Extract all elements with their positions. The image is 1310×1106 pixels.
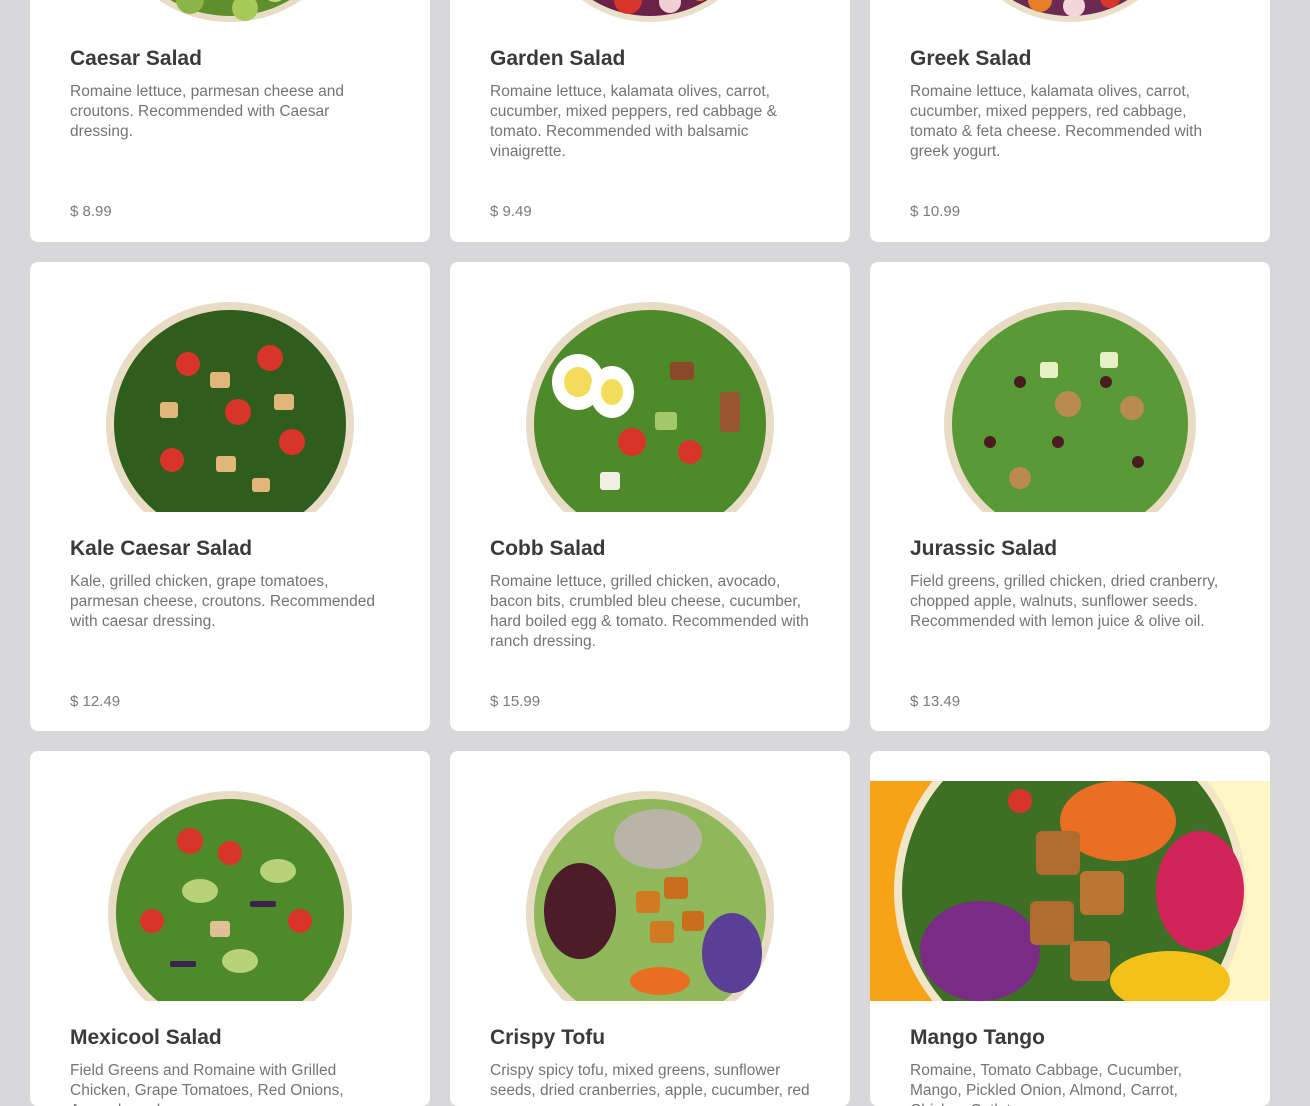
menu-item-title: Greek Salad <box>910 47 1032 70</box>
menu-item-price: $ 9.49 <box>490 203 532 220</box>
menu-item-title: Kale Caesar Salad <box>70 537 253 560</box>
menu-item-description: Romaine lettuce, parmesan cheese and cro… <box>70 83 344 140</box>
menu-item-price: $ 10.99 <box>910 203 961 220</box>
mexicool-salad-bowl-icon <box>30 781 430 1001</box>
menu-card-kale-caesar-salad[interactable]: Kale Caesar Salad Kale, grilled chicken,… <box>30 262 430 731</box>
menu-item-description: Crispy spicy tofu, mixed greens, sunflow… <box>490 1062 810 1099</box>
menu-card-greek-salad[interactable]: Greek Salad Romaine lettuce, kalamata ol… <box>870 0 1270 242</box>
menu-item-title: Mango Tango <box>910 1026 1045 1049</box>
menu-item-title: Garden Salad <box>490 47 626 70</box>
menu-item-price: $ 12.49 <box>70 693 121 710</box>
menu-item-title: Crispy Tofu <box>490 1026 606 1049</box>
menu-item-price: $ 13.49 <box>910 693 961 710</box>
menu-item-description: Romaine lettuce, kalamata olives, carrot… <box>910 83 1203 160</box>
menu-item-description: Kale, grilled chicken, grape tomatoes, p… <box>70 573 375 630</box>
garden-salad-bowl-icon <box>450 0 850 23</box>
menu-card-cobb-salad[interactable]: Cobb Salad Romaine lettuce, grilled chic… <box>450 262 850 731</box>
caesar-salad-bowl-icon <box>30 0 430 23</box>
jurassic-salad-bowl-icon <box>870 292 1270 512</box>
menu-card-garden-salad[interactable]: Garden Salad Romaine lettuce, kalamata o… <box>450 0 850 242</box>
greek-salad-bowl-icon <box>870 0 1270 23</box>
menu-item-description: Romaine lettuce, kalamata olives, carrot… <box>490 83 777 160</box>
cobb-salad-bowl-icon <box>450 292 850 512</box>
menu-item-title: Mexicool Salad <box>70 1026 222 1049</box>
menu-item-description: Romaine lettuce, grilled chicken, avocad… <box>490 573 809 650</box>
kale-caesar-salad-bowl-icon <box>30 292 430 512</box>
menu-card-crispy-tofu[interactable]: Crispy Tofu Crispy spicy tofu, mixed gre… <box>450 751 850 1106</box>
menu-card-mango-tango[interactable]: Mango Tango Romaine, Tomato Cabbage, Cuc… <box>870 751 1270 1106</box>
mango-tango-bowl-icon <box>870 781 1270 1001</box>
menu-item-description: Field Greens and Romaine with Grilled Ch… <box>70 1062 344 1106</box>
menu-item-title: Caesar Salad <box>70 47 202 70</box>
crispy-tofu-bowl-icon <box>450 781 850 1001</box>
menu-item-title: Jurassic Salad <box>910 537 1058 560</box>
menu-item-description: Romaine, Tomato Cabbage, Cucumber, Mango… <box>910 1062 1182 1106</box>
menu-item-description: Field greens, grilled chicken, dried cra… <box>910 573 1219 630</box>
menu-card-caesar-salad[interactable]: Caesar Salad Romaine lettuce, parmesan c… <box>30 0 430 242</box>
menu-item-price: $ 15.99 <box>490 693 541 710</box>
menu-item-price: $ 8.99 <box>70 203 112 220</box>
menu-card-jurassic-salad[interactable]: Jurassic Salad Field greens, grilled chi… <box>870 262 1270 731</box>
menu-item-title: Cobb Salad <box>490 537 606 560</box>
menu-card-mexicool-salad[interactable]: Mexicool Salad Field Greens and Romaine … <box>30 751 430 1106</box>
